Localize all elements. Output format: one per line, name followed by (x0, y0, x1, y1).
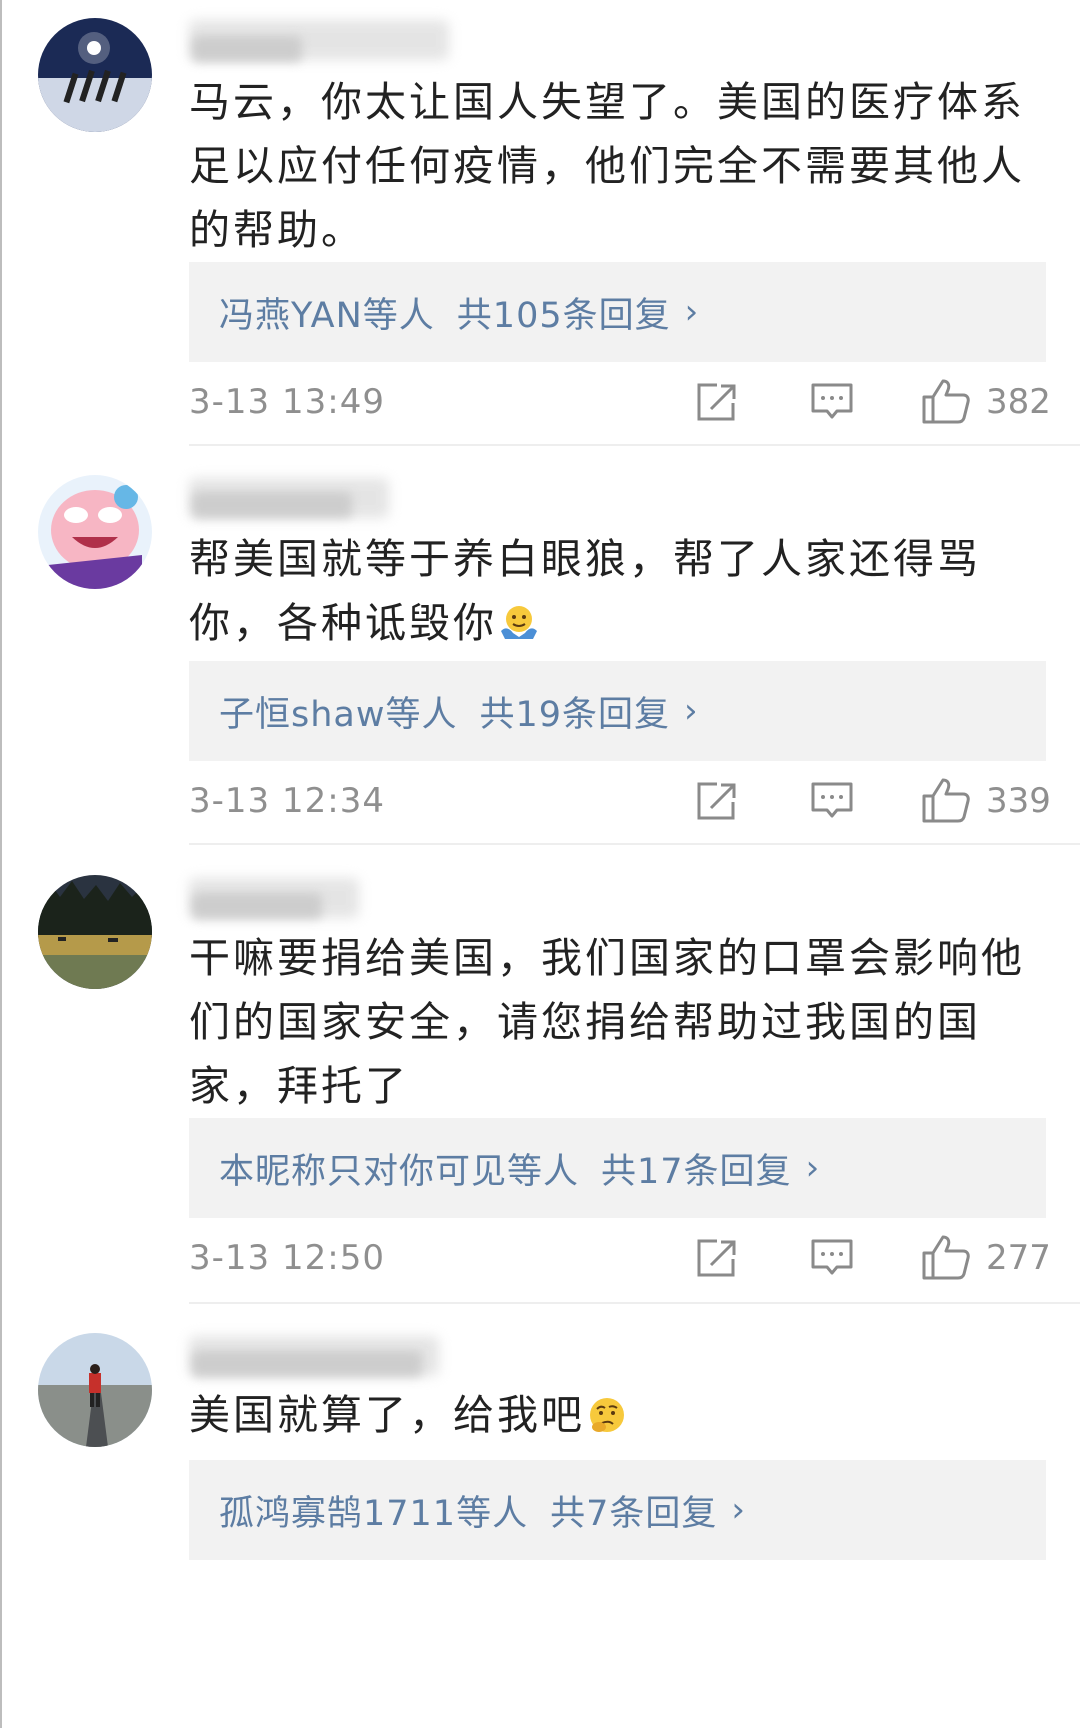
comment-icon[interactable] (810, 780, 854, 822)
share-icon[interactable] (695, 1237, 739, 1279)
replies-summary[interactable]: 孤鸿寡鹄1711等人 共7条回复 › (189, 1460, 1046, 1560)
avatar[interactable] (38, 18, 152, 132)
like-count: 277 (986, 1238, 1051, 1278)
comment-meta: 3-13 12:34 339 (189, 776, 1051, 826)
thumbs-up-icon[interactable] (921, 377, 971, 425)
reply-count: 共19条回复 (479, 694, 671, 735)
replies-summary[interactable]: 本昵称只对你可见等人 共17条回复 › (189, 1118, 1046, 1218)
share-icon[interactable] (695, 381, 739, 423)
reply-users: 本昵称只对你可见等人 (219, 1151, 580, 1192)
chevron-right-icon: › (684, 292, 700, 332)
comment-text: 帮美国就等于养白眼狼，帮了人家还得骂你，各种诋毁你 (189, 535, 981, 647)
like-count: 382 (986, 382, 1051, 422)
comment-icon[interactable] (810, 381, 854, 423)
thumbs-up-icon[interactable] (921, 1233, 971, 1281)
comment-icon[interactable] (810, 1237, 854, 1279)
avatar[interactable] (38, 1333, 152, 1447)
chevron-right-icon: › (805, 1148, 821, 1188)
divider (189, 1302, 1080, 1304)
thinking-emoji-icon (587, 1395, 627, 1435)
comment-meta: 3-13 13:49 382 (189, 377, 1051, 427)
avatar[interactable] (38, 475, 152, 589)
avatar[interactable] (38, 875, 152, 989)
chevron-right-icon: › (684, 691, 699, 731)
reply-count: 共7条回复 (550, 1493, 718, 1534)
reply-users: 冯燕YAN等人 (219, 295, 435, 336)
divider (189, 444, 1080, 446)
like-count: 339 (986, 781, 1051, 821)
comment-text: 马云，你太让国人失望了。美国的医疗体系足以应付任何疫情，他们完全不需要其他人的帮… (189, 78, 1025, 254)
reply-count: 共17条回复 (601, 1151, 792, 1192)
replies-summary[interactable]: 冯燕YAN等人 共105条回复 › (189, 262, 1046, 362)
blurred-username-overlay (192, 492, 352, 518)
comment-time: 3-13 13:49 (189, 382, 385, 422)
comment-list: 马云，你太让国人失望了。美国的医疗体系足以应付任何疫情，他们完全不需要其他人的帮… (0, 0, 1080, 1728)
comment-time: 3-13 12:50 (189, 1238, 385, 1278)
blurred-username-overlay (192, 893, 322, 919)
comment-time: 3-13 12:34 (189, 781, 385, 821)
reply-users: 孤鸿寡鹄1711等人 (219, 1493, 529, 1534)
replies-summary[interactable]: 子恒shaw等人 共19条回复 › (189, 661, 1046, 761)
reply-count: 共105条回复 (456, 295, 671, 336)
blurred-username-overlay (192, 1351, 422, 1377)
comment-text: 美国就算了，给我吧 (189, 1383, 1049, 1447)
reply-users: 子恒shaw等人 (219, 694, 458, 735)
divider (189, 843, 1080, 845)
comment-meta: 3-13 12:50 277 (189, 1233, 1051, 1283)
share-icon[interactable] (695, 780, 739, 822)
comment-text: 干嘛要捐给美国，我们国家的口罩会影响他们的国家安全，请您捐给帮助过我国的国家，拜… (189, 934, 1025, 1110)
thumbs-up-icon[interactable] (921, 776, 971, 824)
blurred-username-overlay (192, 36, 302, 62)
chevron-right-icon: › (731, 1490, 746, 1530)
shrug-emoji-icon (499, 603, 539, 643)
